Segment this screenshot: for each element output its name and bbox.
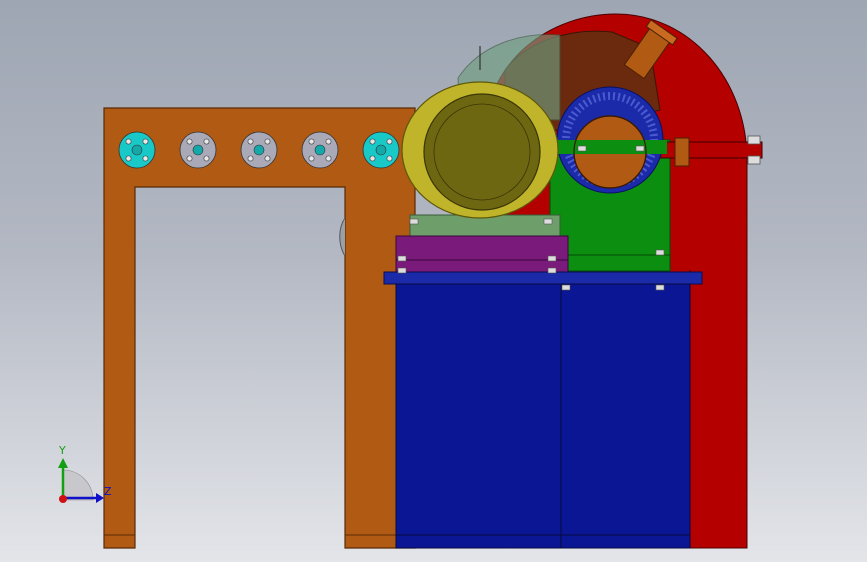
bolt-icon xyxy=(142,155,149,162)
triad-quadrant xyxy=(62,469,94,501)
bolt-icon xyxy=(264,138,271,145)
motor[interactable] xyxy=(401,81,561,241)
bolt-icon xyxy=(386,155,393,162)
bolt-icon xyxy=(125,155,132,162)
origin-dot-icon xyxy=(59,495,67,503)
bolt-icon xyxy=(125,138,132,145)
bolt-icon xyxy=(547,267,557,274)
base-left-block xyxy=(395,283,562,549)
bolt-icon xyxy=(543,218,553,225)
bolt-icon xyxy=(655,284,665,291)
bolt-icon xyxy=(397,255,407,262)
flange-2[interactable] xyxy=(179,131,217,169)
bolt-icon xyxy=(397,267,407,274)
bolt-icon xyxy=(247,138,254,145)
y-axis-label: Y xyxy=(59,444,66,457)
motor-face xyxy=(423,93,541,211)
bolt-icon xyxy=(561,284,571,291)
bolt-icon xyxy=(547,255,557,262)
base-right-block xyxy=(560,283,691,549)
bolt-icon xyxy=(325,155,332,162)
frame-side-boss xyxy=(339,217,346,257)
bolt-icon xyxy=(142,138,149,145)
bolt-icon xyxy=(655,249,665,256)
axis-triad xyxy=(58,458,104,503)
bolt-icon xyxy=(308,138,315,145)
bolt-icon xyxy=(186,155,193,162)
bolt-icon xyxy=(264,155,271,162)
bolt-icon xyxy=(186,138,193,145)
z-arrow-head-icon xyxy=(96,493,104,503)
bolt-icon xyxy=(203,155,210,162)
z-axis-label: Z xyxy=(104,485,112,498)
bolt-icon xyxy=(308,155,315,162)
bolt-icon xyxy=(747,155,761,165)
bolt-icon xyxy=(409,218,419,225)
shaft-coupling xyxy=(674,137,690,167)
flange-1[interactable] xyxy=(118,131,156,169)
y-arrow-head-icon xyxy=(58,458,68,468)
blue-base[interactable] xyxy=(383,271,703,549)
flange-3[interactable] xyxy=(240,131,278,169)
flange-5[interactable] xyxy=(362,131,400,169)
bolt-icon xyxy=(369,155,376,162)
bolt-icon xyxy=(369,138,376,145)
bolt-icon xyxy=(577,145,587,152)
bolt-icon xyxy=(386,138,393,145)
base-top-plate xyxy=(383,271,703,285)
cad-viewport[interactable]: Y Z xyxy=(0,0,867,562)
bolt-icon xyxy=(325,138,332,145)
brown-frame[interactable] xyxy=(103,107,416,549)
bolt-icon xyxy=(247,155,254,162)
bolt-icon xyxy=(635,145,645,152)
gearbox-cover xyxy=(553,140,667,154)
cad-model-drawing[interactable] xyxy=(0,0,867,562)
bolt-icon xyxy=(747,135,761,145)
bolt-icon xyxy=(203,138,210,145)
flange-4[interactable] xyxy=(301,131,339,169)
motor-base-plate[interactable] xyxy=(395,235,569,273)
